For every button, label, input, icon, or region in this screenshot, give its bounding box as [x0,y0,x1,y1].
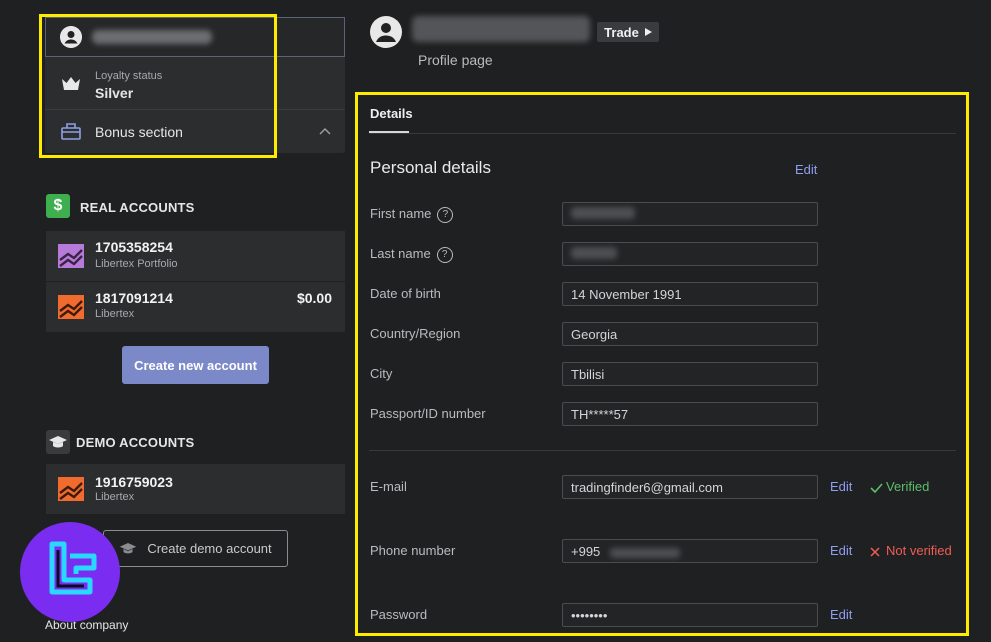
last-name-blurred [571,247,617,259]
profile-avatar-icon [370,16,402,48]
create-demo-account-label: Create demo account [147,541,272,556]
date-of-birth-label: Date of birth [370,286,441,301]
city-label: City [370,366,393,381]
account-id: 1916759023 [95,474,173,490]
email-verified-status: Verified [870,479,929,494]
password-field[interactable]: •••••••• [562,603,818,627]
tab-details[interactable]: Details [370,106,413,121]
demo-accounts-title: DEMO ACCOUNTS [76,435,195,450]
account-row[interactable]: 1916759023 Libertex [46,464,345,514]
account-id: 1817091214 [95,290,173,306]
email-label: E-mail [370,479,407,494]
phone-edit-link[interactable]: Edit [830,543,852,558]
first-name-field[interactable] [562,202,818,226]
account-balance: $0.00 [296,290,332,306]
create-new-account-button[interactable]: Create new account [122,346,269,384]
trade-button[interactable]: Trade [597,22,659,42]
account-type: Libertex [95,491,135,503]
graduation-cap-icon [46,430,70,454]
watermark-logo [20,522,120,622]
account-type: Libertex [95,308,135,320]
chevron-up-icon[interactable] [319,127,331,135]
profile-page-label: Profile page [418,52,493,68]
trade-label: Trade [604,24,639,40]
cross-icon [870,547,880,557]
libertex-logo-icon [58,295,84,319]
passport-label: Passport/ID number [370,406,486,421]
section-divider [369,450,956,451]
create-demo-account-button[interactable]: Create demo account [103,530,288,567]
country-region-field[interactable]: Georgia [562,322,818,346]
tab-divider [369,133,956,134]
password-label: Password [370,607,428,622]
real-accounts-title: REAL ACCOUNTS [80,200,195,215]
dollar-icon: $ [46,194,70,218]
help-icon[interactable]: ? [437,206,454,223]
country-region-label: Country/Region [370,326,461,341]
portfolio-logo-icon [58,244,84,268]
phone-field[interactable]: +995 [562,539,818,563]
passport-field[interactable]: TH*****57 [562,402,818,426]
first-name-label: First name? [370,206,454,223]
personal-details-edit-link[interactable]: Edit [795,162,817,177]
date-of-birth-field[interactable]: 14 November 1991 [562,282,818,306]
account-row[interactable]: 1705358254 Libertex Portfolio [46,231,345,281]
phone-blurred [609,547,680,558]
play-icon [644,28,652,36]
check-icon [870,483,883,493]
phone-label: Phone number [370,543,456,558]
profile-name-blurred [412,16,590,42]
email-edit-link[interactable]: Edit [830,479,852,494]
first-name-blurred [571,207,635,219]
last-name-field[interactable] [562,242,818,266]
account-row[interactable]: 1817091214 Libertex $0.00 [46,282,345,332]
account-id: 1705358254 [95,239,173,255]
libertex-logo-icon [58,477,84,501]
city-field[interactable]: Tbilisi [562,362,818,386]
phone-not-verified-status: Not verified [870,543,952,558]
email-field[interactable]: tradingfinder6@gmail.com [562,475,818,499]
highlight-frame-user [39,14,277,158]
personal-details-title: Personal details [370,158,491,177]
help-icon[interactable]: ? [436,246,453,263]
graduation-cap-icon [120,542,137,553]
last-name-label: Last name? [370,246,453,263]
account-type: Libertex Portfolio [95,258,178,270]
password-edit-link[interactable]: Edit [830,607,852,622]
